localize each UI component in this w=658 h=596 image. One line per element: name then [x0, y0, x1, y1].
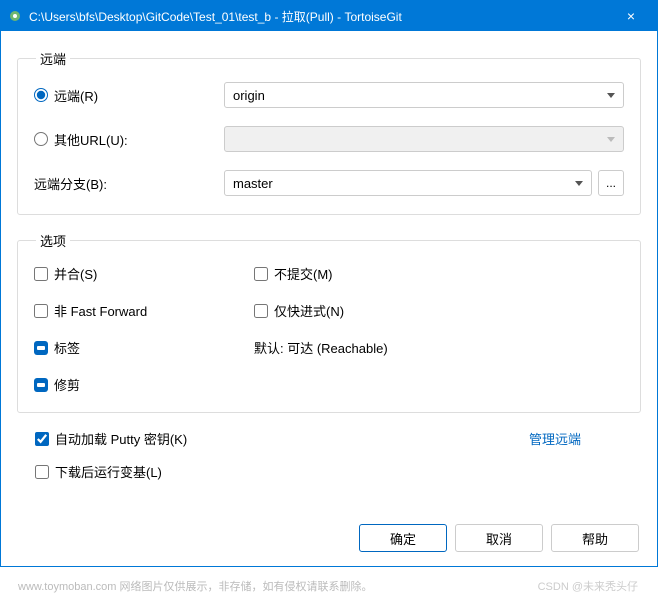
other-url-row: 其他URL(U): [34, 126, 624, 152]
prune-option[interactable]: 修剪 [34, 375, 254, 394]
remote-radio-label[interactable]: 远端(R) [34, 86, 224, 105]
no-ff-label: 非 Fast Forward [54, 301, 147, 320]
no-commit-option[interactable]: 不提交(M) [254, 264, 624, 283]
dialog-content: 远端 远端(R) origin 其他URL(U): [1, 31, 657, 566]
window-title: C:\Users\bfs\Desktop\GitCode\Test_01\tes… [29, 8, 611, 25]
close-button[interactable]: × [611, 1, 651, 31]
no-commit-label: 不提交(M) [274, 264, 333, 283]
rebase-row: 下载后运行变基(L) [35, 462, 641, 481]
no-ff-option[interactable]: 非 Fast Forward [34, 301, 254, 320]
branch-combo-value: master [233, 176, 273, 191]
merge-checkbox[interactable] [34, 267, 48, 281]
remote-radio[interactable] [34, 88, 48, 102]
manage-remotes-link[interactable]: 管理远端 [529, 429, 581, 448]
dialog-buttons: 确定 取消 帮助 [359, 524, 639, 552]
remote-group: 远端 远端(R) origin 其他URL(U): [17, 49, 641, 215]
rebase-after-option[interactable]: 下载后运行变基(L) [35, 462, 641, 481]
options-group-legend: 选项 [36, 231, 70, 250]
other-url-combo [224, 126, 624, 152]
watermark-right: CSDN @未来秃头仔 [538, 578, 638, 594]
tags-option[interactable]: 标签 [34, 338, 254, 357]
misc-area: 自动加载 Putty 密钥(K) 管理远端 下载后运行变基(L) [17, 429, 641, 481]
ff-only-option[interactable]: 仅快进式(N) [254, 301, 624, 320]
branch-label: 远端分支(B): [34, 174, 224, 193]
options-group: 选项 并合(S) 不提交(M) 非 Fast Forward 仅快进式(N) [17, 231, 641, 413]
autoload-putty-label: 自动加载 Putty 密钥(K) [55, 429, 187, 448]
autoload-putty-checkbox[interactable] [35, 432, 49, 446]
dialog-window: C:\Users\bfs\Desktop\GitCode\Test_01\tes… [0, 0, 658, 567]
remote-row: 远端(R) origin [34, 82, 624, 108]
other-url-radio[interactable] [34, 132, 48, 146]
branch-row: 远端分支(B): master ... [34, 170, 624, 196]
branch-control: master ... [224, 170, 624, 196]
autoload-row: 自动加载 Putty 密钥(K) 管理远端 [35, 429, 641, 448]
rebase-after-checkbox[interactable] [35, 465, 49, 479]
tags-default-text: 默认: 可达 (Reachable) [254, 338, 388, 357]
remote-control: origin [224, 82, 624, 108]
prune-checkbox[interactable] [34, 378, 48, 392]
no-ff-checkbox[interactable] [34, 304, 48, 318]
other-url-radio-label[interactable]: 其他URL(U): [34, 130, 224, 149]
branch-combo[interactable]: master [224, 170, 592, 196]
watermark-left: www.toymoban.com 网络图片仅供展示，非存储，如有侵权请联系删除。 [18, 578, 372, 594]
tags-label: 标签 [54, 338, 80, 357]
autoload-putty-option[interactable]: 自动加载 Putty 密钥(K) [35, 429, 529, 448]
other-url-radio-text: 其他URL(U): [54, 130, 128, 149]
browse-branch-button[interactable]: ... [598, 170, 624, 196]
prune-empty-cell [254, 375, 624, 394]
remote-radio-text: 远端(R) [54, 86, 98, 105]
no-commit-checkbox[interactable] [254, 267, 268, 281]
options-grid: 并合(S) 不提交(M) 非 Fast Forward 仅快进式(N) 标签 [34, 264, 624, 394]
ok-button[interactable]: 确定 [359, 524, 447, 552]
help-button[interactable]: 帮助 [551, 524, 639, 552]
tags-default-cell: 默认: 可达 (Reachable) [254, 338, 624, 357]
cancel-button[interactable]: 取消 [455, 524, 543, 552]
merge-label: 并合(S) [54, 264, 97, 283]
remote-group-legend: 远端 [36, 49, 70, 68]
remote-combo[interactable]: origin [224, 82, 624, 108]
merge-option[interactable]: 并合(S) [34, 264, 254, 283]
watermark: www.toymoban.com 网络图片仅供展示，非存储，如有侵权请联系删除。… [18, 578, 638, 594]
other-url-control [224, 126, 624, 152]
app-icon [7, 8, 23, 24]
remote-combo-value: origin [233, 88, 265, 103]
rebase-after-label: 下载后运行变基(L) [55, 462, 162, 481]
ff-only-checkbox[interactable] [254, 304, 268, 318]
tags-checkbox[interactable] [34, 341, 48, 355]
prune-label: 修剪 [54, 375, 80, 394]
titlebar: C:\Users\bfs\Desktop\GitCode\Test_01\tes… [1, 1, 657, 31]
ff-only-label: 仅快进式(N) [274, 301, 344, 320]
